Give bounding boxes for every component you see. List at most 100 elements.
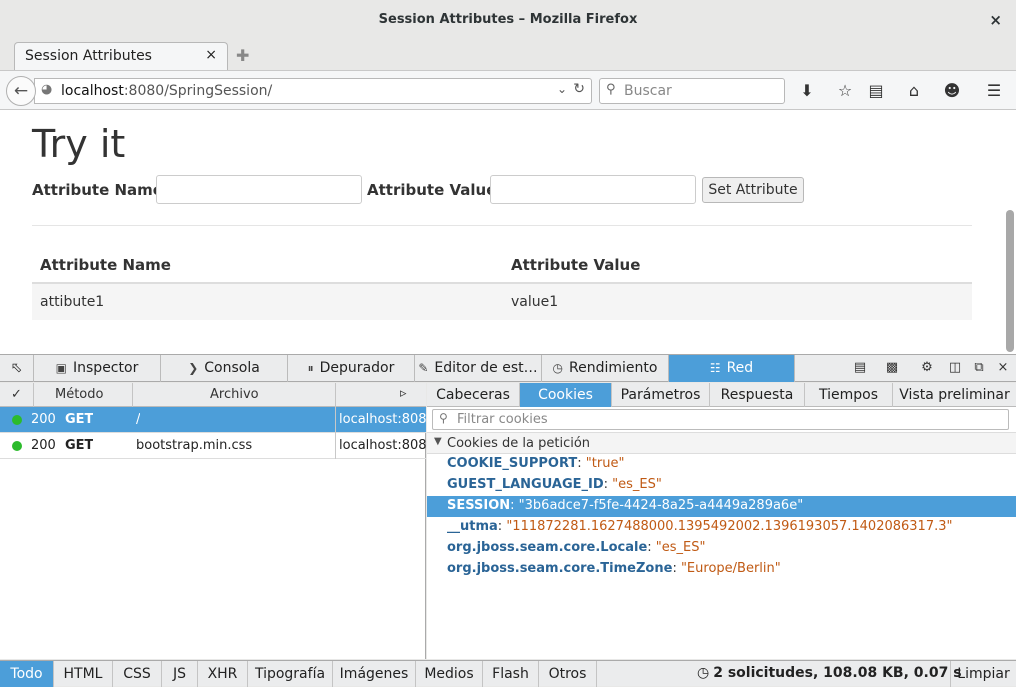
request-method: GET <box>65 438 94 453</box>
cookie-row[interactable]: GUEST_LANGUAGE_ID: "es_ES" <box>427 475 1016 496</box>
back-arrow-icon: ← <box>13 81 29 101</box>
tab-params[interactable]: Parámetros <box>612 383 710 407</box>
request-list-header: ✓ Método Archivo ▹ <box>0 383 426 407</box>
cookie-value: "111872281.1627488000.1395492002.1396193… <box>506 519 953 534</box>
divider <box>32 225 972 226</box>
url-bar[interactable]: ◕ localhost:8080/SpringSession/ ⌄ ↻ <box>34 78 592 104</box>
cookie-name: GUEST_LANGUAGE_ID <box>447 477 604 492</box>
devtools-close-icon[interactable]: × <box>994 359 1012 377</box>
tab-console[interactable]: ❯ Consola <box>161 355 288 382</box>
home-icon[interactable]: ⌂ <box>903 80 925 102</box>
globe-icon: ◕ <box>41 82 53 97</box>
filter-all[interactable]: Todo <box>0 661 54 687</box>
set-attribute-button[interactable]: Set Attribute <box>702 177 804 203</box>
request-row[interactable]: 200 GET / localhost:8080 <box>0 407 426 433</box>
filter-images[interactable]: Imágenes <box>333 661 416 687</box>
navigation-toolbar: ◕ localhost:8080/SpringSession/ ⌄ ↻ ← ⚲ … <box>0 70 1016 110</box>
menu-icon[interactable]: ☰ <box>983 80 1005 102</box>
tab-headers[interactable]: Cabeceras <box>427 383 520 407</box>
filter-other[interactable]: Otros <box>539 661 597 687</box>
reading-list-icon[interactable]: ▤ <box>865 80 887 102</box>
clear-button[interactable]: Limpiar <box>950 661 1016 687</box>
filter-fonts[interactable]: Tipografía <box>248 661 333 687</box>
tab-cookies[interactable]: Cookies <box>520 383 612 407</box>
download-icon[interactable]: ⬇ <box>796 80 818 102</box>
column-separator <box>33 383 34 407</box>
tab-network[interactable]: ☷ Red <box>669 355 795 382</box>
scratchpad-icon[interactable]: ▤ <box>851 359 869 377</box>
page-content: Try it Attribute Name Attribute Value Se… <box>0 110 1016 354</box>
history-dropdown-icon[interactable]: ⌄ <box>557 82 567 96</box>
window-title: Session Attributes – Mozilla Firefox <box>378 12 638 27</box>
table-cell-value: value1 <box>511 294 559 310</box>
filter-flash[interactable]: Flash <box>483 661 539 687</box>
collapse-triangle-icon[interactable]: ▼ <box>434 436 442 447</box>
tab-timings[interactable]: Tiempos <box>805 383 893 407</box>
search-bar[interactable]: ⚲ <box>599 78 785 104</box>
attribute-value-input[interactable] <box>490 175 696 204</box>
url-path: :8080/SpringSession/ <box>123 83 273 99</box>
cookie-row[interactable]: __utma: "111872281.1627488000.1395492002… <box>427 517 1016 538</box>
cookie-row[interactable]: COOKIE_SUPPORT: "true" <box>427 454 1016 475</box>
details-tabs: Cabeceras Cookies Parámetros Respuesta T… <box>427 383 1016 407</box>
attribute-value-label: Attribute Value <box>367 181 497 199</box>
attribute-name-input[interactable] <box>156 175 362 204</box>
column-header-method[interactable]: Método <box>55 387 103 402</box>
table-cell-name: attibute1 <box>40 294 105 310</box>
window-close-icon[interactable]: × <box>989 0 1002 40</box>
tab-performance-label: Rendimiento <box>569 360 658 376</box>
browser-tab[interactable]: Session Attributes × <box>14 42 228 70</box>
tab-close-icon[interactable]: × <box>205 47 217 63</box>
url-text[interactable]: localhost:8080/SpringSession/ <box>61 83 272 99</box>
new-tab-icon[interactable]: ✚ <box>236 46 249 65</box>
filter-media[interactable]: Medios <box>416 661 483 687</box>
request-row[interactable]: 200 GET bootstrap.min.css localhost:8080 <box>0 433 426 459</box>
url-host: localhost <box>61 83 124 99</box>
tab-performance[interactable]: ◷ Rendimiento <box>542 355 669 382</box>
undock-window-icon[interactable]: ⧉ <box>970 359 988 377</box>
request-details: Cabeceras Cookies Parámetros Respuesta T… <box>427 383 1016 659</box>
cookie-row[interactable]: org.jboss.seam.core.TimeZone: "Europe/Be… <box>427 559 1016 580</box>
tab-response[interactable]: Respuesta <box>710 383 805 407</box>
filter-css[interactable]: CSS <box>113 661 162 687</box>
network-footer: Todo HTML CSS JS XHR Tipografía Imágenes… <box>0 660 1016 687</box>
performance-icon: ◷ <box>552 361 564 375</box>
cookie-filter-input[interactable] <box>455 411 995 428</box>
column-header-file[interactable]: Archivo <box>210 387 259 402</box>
column-separator <box>132 383 133 407</box>
table-header-name: Attribute Name <box>40 256 171 274</box>
cookie-row[interactable]: org.jboss.seam.core.Locale: "es_ES" <box>427 538 1016 559</box>
tab-preview[interactable]: Vista preliminar <box>893 383 1016 407</box>
tab-style-editor[interactable]: ✎ Editor de est… <box>415 355 542 382</box>
cookie-value: "3b6adce7-f5fe-4424-8a25-a4449a289a6e" <box>518 498 804 513</box>
dock-side-icon[interactable]: ◫ <box>946 359 964 377</box>
filter-xhr[interactable]: XHR <box>198 661 248 687</box>
reload-icon[interactable]: ↻ <box>573 81 585 97</box>
page-heading: Try it <box>32 122 126 166</box>
cookie-filter[interactable]: ⚲ <box>432 409 1009 430</box>
cookie-name: SESSION <box>447 498 511 513</box>
chat-icon[interactable]: ☻ <box>941 80 963 102</box>
settings-gear-icon[interactable]: ⚙ <box>918 359 936 377</box>
bookmark-star-icon[interactable]: ☆ <box>834 80 856 102</box>
filter-html[interactable]: HTML <box>54 661 113 687</box>
responsive-view-icon[interactable]: ▩ <box>883 359 901 377</box>
request-status: 200 <box>31 438 56 453</box>
element-picker-button[interactable]: ⬁ <box>0 355 34 382</box>
back-button[interactable]: ← <box>6 76 36 106</box>
cookie-name: org.jboss.seam.core.Locale <box>447 540 648 555</box>
status-ok-icon <box>12 415 22 425</box>
devtools-toolbar: ⬁ ▣ Inspector ❯ Consola ⏸ Depurador ✎ Editor… <box>0 354 1016 382</box>
tab-debugger[interactable]: ⏸ Depurador <box>288 355 415 382</box>
page-scrollbar[interactable] <box>1006 210 1014 352</box>
filter-search-icon: ⚲ <box>439 411 448 425</box>
cookie-row[interactable]: SESSION: "3b6adce7-f5fe-4424-8a25-a4449a… <box>427 496 1016 517</box>
tab-inspector[interactable]: ▣ Inspector <box>34 355 161 382</box>
cookie-value: "es_ES" <box>612 477 662 492</box>
columns-menu-icon[interactable]: ▹ <box>400 386 407 401</box>
request-cookies-section[interactable]: ▼ Cookies de la petición <box>427 432 1016 454</box>
column-header-status[interactable]: ✓ <box>11 387 22 402</box>
filter-js[interactable]: JS <box>162 661 198 687</box>
search-input[interactable] <box>622 81 780 101</box>
window-titlebar: Session Attributes – Mozilla Firefox × <box>0 0 1016 40</box>
